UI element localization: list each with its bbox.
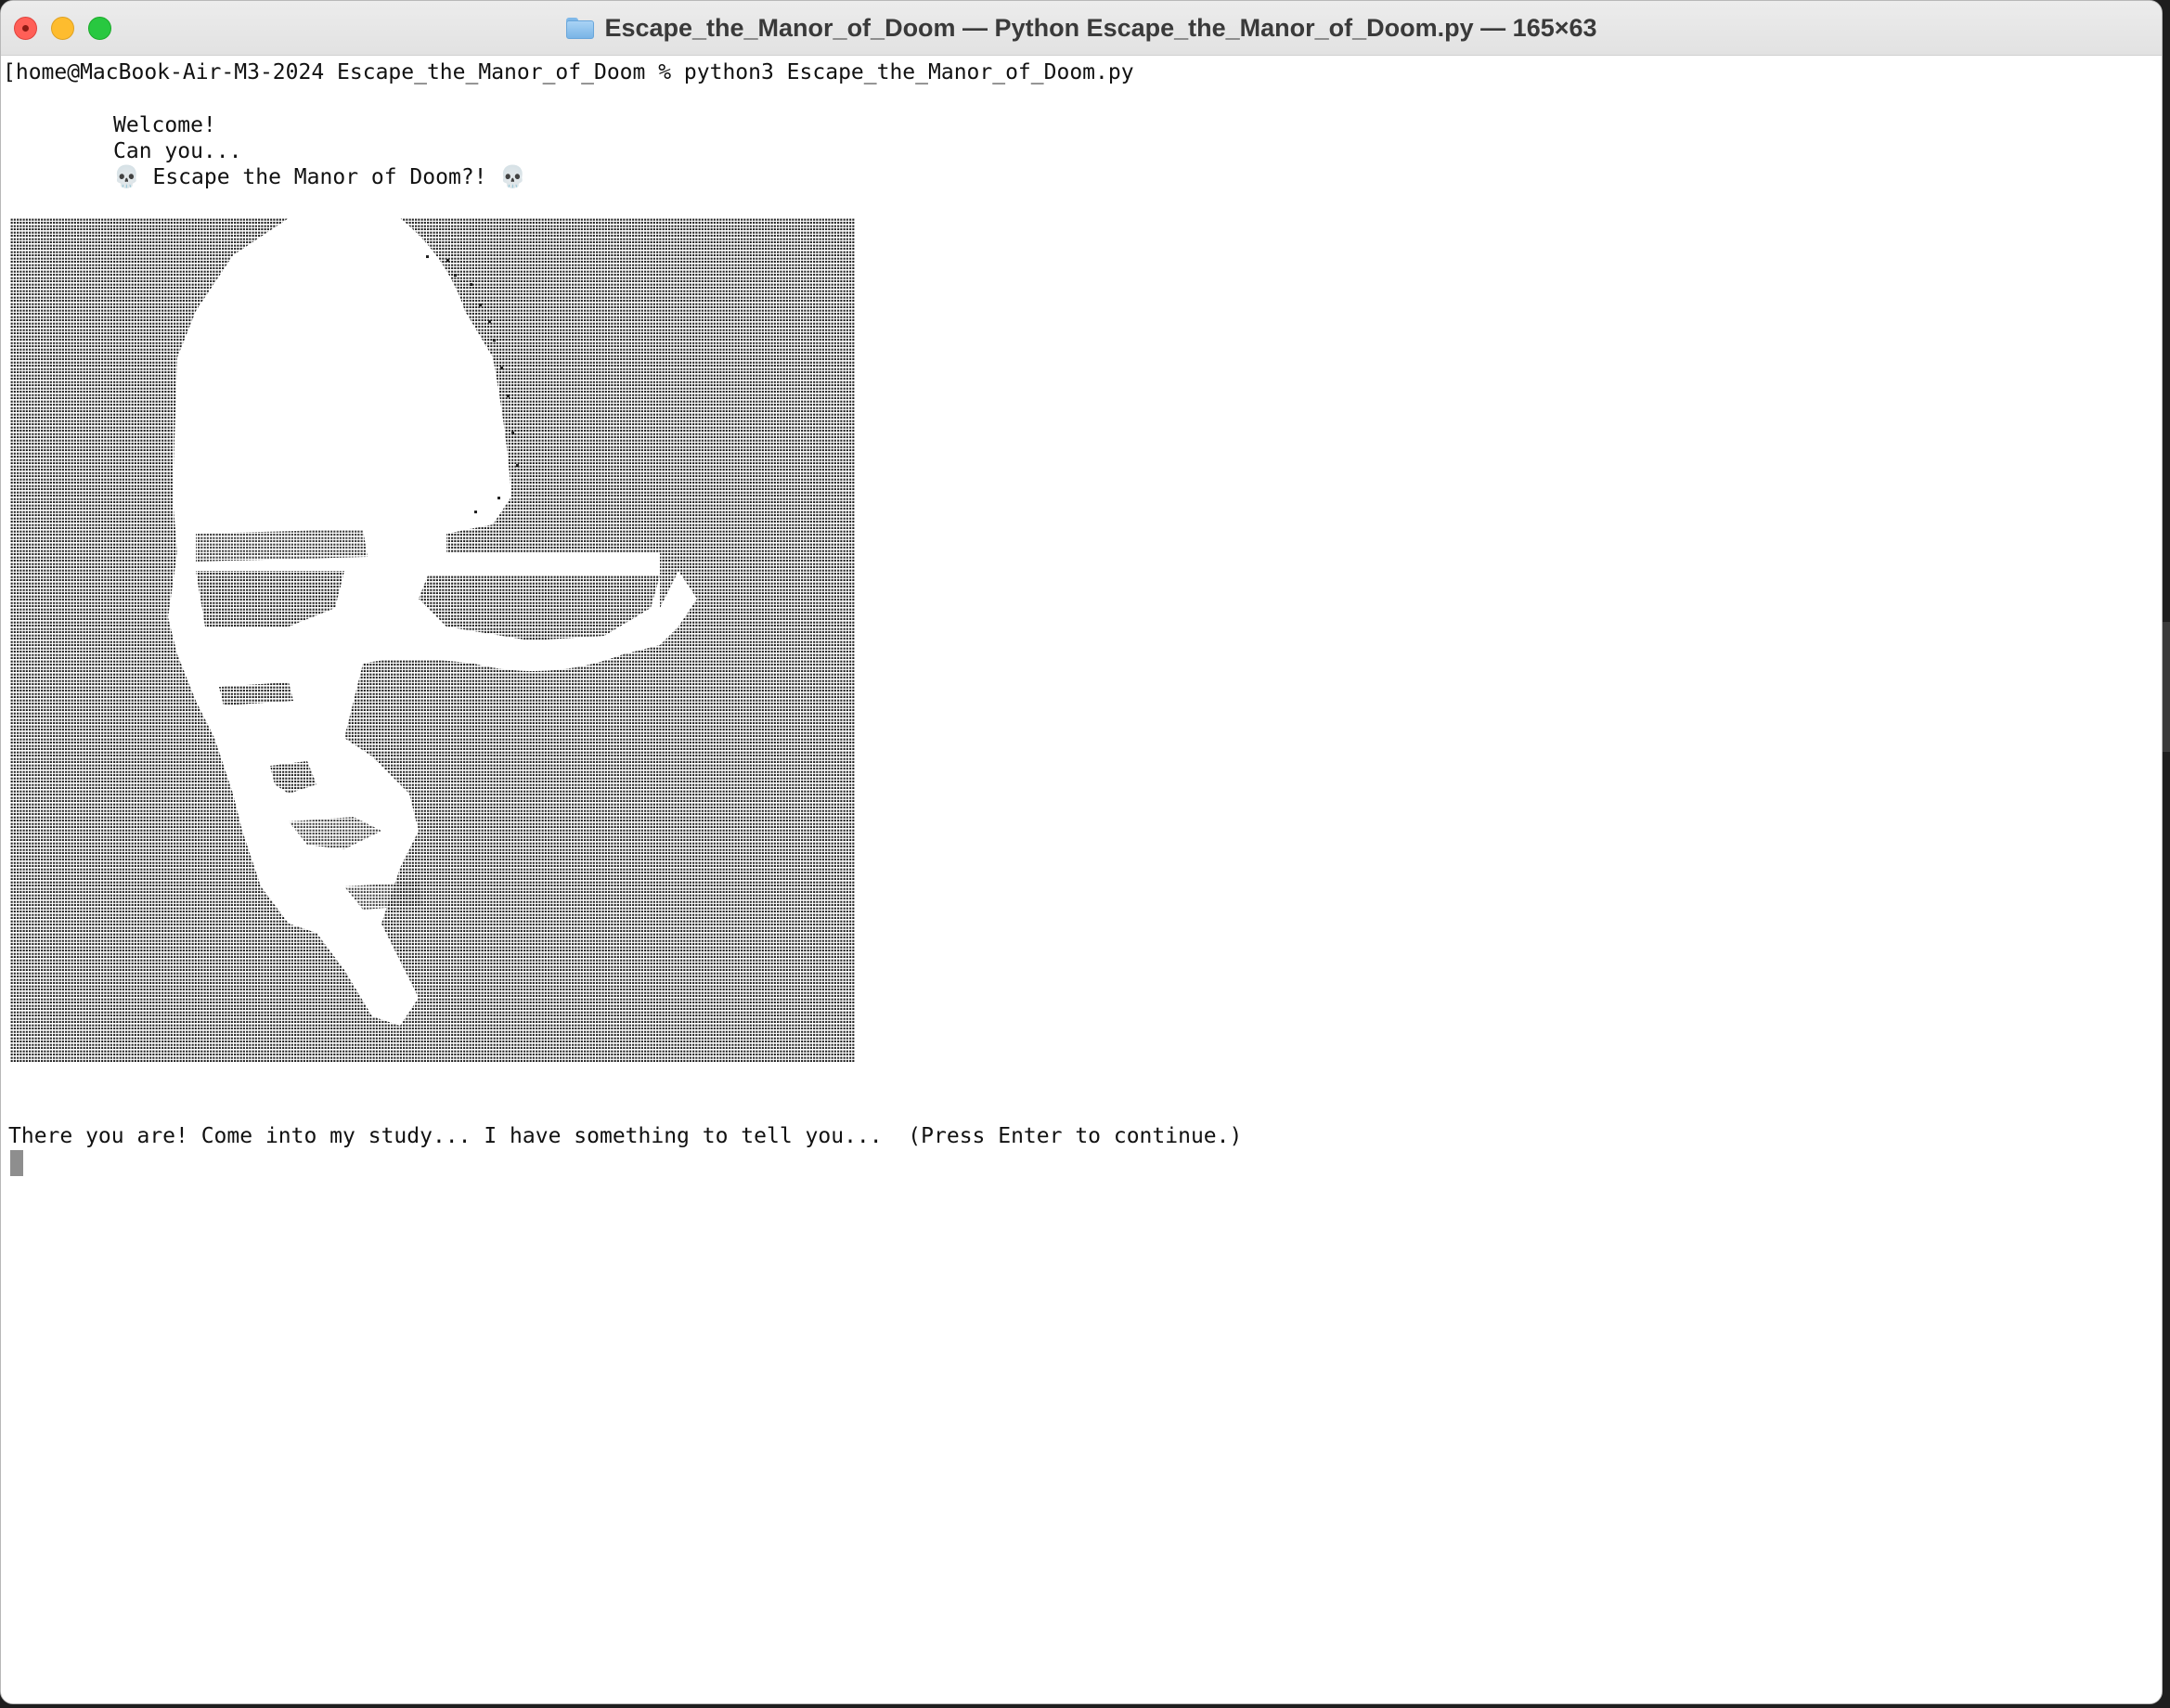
window-title: Escape_the_Manor_of_Doom — Python Escape…	[604, 13, 1597, 42]
background-window-edge	[2163, 622, 2170, 752]
welcome-text: Welcome!	[113, 113, 216, 137]
can-you-text: Can you...	[113, 139, 242, 163]
title-wrap: Escape_the_Manor_of_Doom — Python Escape…	[1, 1, 2162, 55]
game-title-text: 💀 Escape the Manor of Doom?! 💀	[113, 165, 526, 189]
title-bar[interactable]: Escape_the_Manor_of_Doom — Python Escape…	[1, 1, 2162, 56]
terminal-window: Escape_the_Manor_of_Doom — Python Escape…	[0, 0, 2163, 1704]
skull-portrait-art	[10, 218, 855, 1063]
terminal-output[interactable]: [home@MacBook-Air-M3-2024 Escape_the_Man…	[1, 56, 2162, 1703]
story-message: There you are! Come into my study... I h…	[8, 1124, 1243, 1148]
text-cursor	[10, 1150, 23, 1176]
folder-icon	[565, 16, 595, 40]
prompt-line: [home@MacBook-Air-M3-2024 Escape_the_Man…	[3, 60, 1134, 84]
